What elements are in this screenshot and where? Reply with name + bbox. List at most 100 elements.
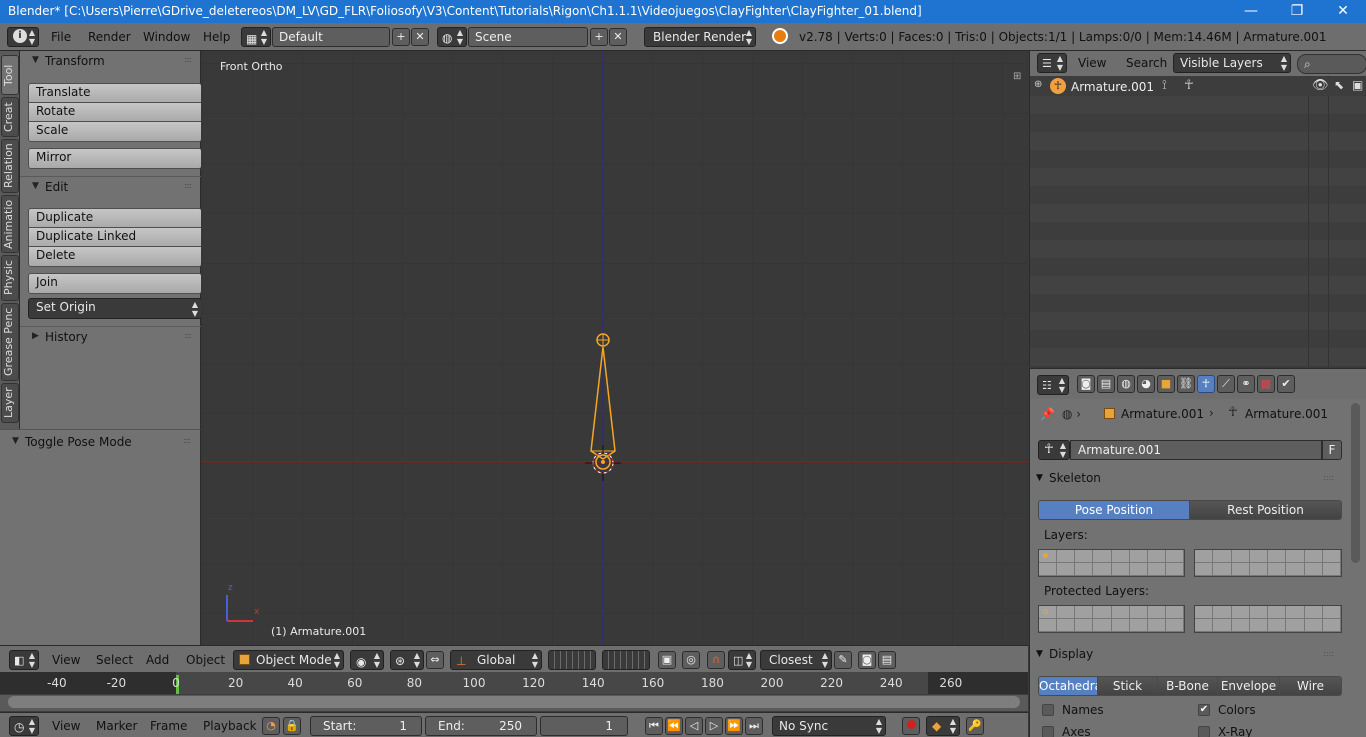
world-tab-icon[interactable]: ◕ xyxy=(1137,375,1155,393)
history-panel-header[interactable]: ▶ History :::: xyxy=(20,326,201,349)
pin-icon[interactable]: 📌 xyxy=(1040,407,1055,421)
render-animation-icon[interactable]: ▤ xyxy=(878,651,896,669)
frame-menu[interactable]: Frame xyxy=(150,719,187,733)
constraints-tab-icon[interactable]: ⛓ xyxy=(1177,375,1195,393)
set-origin-select[interactable]: Set Origin ▲ ▼ xyxy=(28,298,202,319)
snap-magnet-icon[interactable]: ∩ xyxy=(707,651,725,669)
display-octahedral-button[interactable]: Octahedral xyxy=(1038,676,1105,696)
translate-button[interactable]: Translate xyxy=(28,83,202,104)
physics-tab-icon[interactable]: ✔ xyxy=(1277,375,1295,393)
colors-checkbox[interactable]: ✔ xyxy=(1198,704,1210,716)
outliner-view-menu[interactable]: View xyxy=(1078,56,1106,70)
close-button[interactable]: ✕ xyxy=(1320,0,1366,23)
snap-element-select[interactable]: ◫ ▲ ▼ xyxy=(728,650,756,670)
render-engine-select[interactable]: Blender Render ▲ ▼ xyxy=(644,27,756,47)
expand-plus-icon[interactable]: ⊕ xyxy=(1034,79,1042,90)
object-menu[interactable]: Object xyxy=(186,653,225,667)
scale-button[interactable]: Scale xyxy=(28,121,202,142)
menu-window[interactable]: Window xyxy=(143,30,190,44)
outliner-search-input[interactable]: ⌕ xyxy=(1297,54,1366,74)
bone-layers-grid-right[interactable] xyxy=(1194,549,1342,577)
add-menu[interactable]: Add xyxy=(146,653,169,667)
sync-mode-select[interactable]: No Sync ▲ ▼ xyxy=(772,716,886,736)
jump-end-icon[interactable]: ⏭ xyxy=(745,717,763,735)
editor-type-info-button[interactable]: i ▲ ▼ xyxy=(7,27,39,47)
select-menu[interactable]: Select xyxy=(96,653,133,667)
properties-scrollbar[interactable] xyxy=(1351,403,1360,563)
view-menu[interactable]: View xyxy=(52,653,80,667)
proportional-edit-icon[interactable]: ◎ xyxy=(682,651,700,669)
minimize-button[interactable]: — xyxy=(1228,0,1274,23)
tab-tool[interactable]: Tool xyxy=(1,55,19,95)
display-wire-button[interactable]: Wire xyxy=(1279,676,1342,696)
screen-layout-field[interactable]: Default xyxy=(272,27,390,47)
timeline-view-menu[interactable]: View xyxy=(52,719,80,733)
axes-checkbox[interactable] xyxy=(1042,726,1054,737)
mirror-button[interactable]: Mirror xyxy=(28,148,202,169)
menu-render[interactable]: Render xyxy=(88,30,131,44)
editor-type-properties-button[interactable]: ☷ ▲ ▼ xyxy=(1037,375,1069,395)
duplicate-linked-button[interactable]: Duplicate Linked xyxy=(28,227,202,248)
transform-orientation-select[interactable]: ⊥ Global ▲ ▼ xyxy=(450,650,542,670)
add-layout-icon[interactable]: + xyxy=(392,28,410,46)
preview-range-icon[interactable]: ◔ xyxy=(262,717,280,735)
cursor-selectable-icon[interactable]: ⬉ xyxy=(1334,78,1344,92)
insert-keyframe-icon[interactable]: 🔑 xyxy=(966,717,984,735)
armature-data-tab-icon[interactable]: ☥ xyxy=(1197,375,1215,393)
tab-create[interactable]: Creat xyxy=(1,97,19,137)
duplicate-button[interactable]: Duplicate xyxy=(28,208,202,229)
scene-select-button[interactable]: ◍ ▲ ▼ xyxy=(437,27,467,47)
toggle-pose-mode-header[interactable]: ▼ Toggle Pose Mode :::: xyxy=(0,432,200,454)
scene-layers-row-2[interactable] xyxy=(602,650,650,670)
add-scene-icon[interactable]: + xyxy=(590,28,608,46)
delete-button[interactable]: Delete xyxy=(28,246,202,267)
region-toggle-plus-icon[interactable]: ⊞ xyxy=(1013,71,1021,82)
align-rotation-icon[interactable]: ✎ xyxy=(834,651,852,669)
keying-set-select[interactable]: ◆ ▲ ▼ xyxy=(926,716,960,736)
display-stick-button[interactable]: Stick xyxy=(1097,676,1158,696)
render-tab-icon[interactable]: ◙ xyxy=(1077,375,1095,393)
fake-user-button[interactable]: F xyxy=(1322,440,1342,460)
lock-range-icon[interactable]: 🔒 xyxy=(283,717,301,735)
scene-field[interactable]: Scene xyxy=(468,27,588,47)
edit-panel-header[interactable]: ▼ Edit :::: xyxy=(20,176,201,199)
outliner-display-select[interactable]: Visible Layers ▲ ▼ xyxy=(1173,53,1291,73)
display-bbone-button[interactable]: B-Bone xyxy=(1157,676,1218,696)
protected-layers-grid-right[interactable] xyxy=(1194,605,1342,633)
xray-checkbox[interactable] xyxy=(1198,726,1210,737)
viewport-shading-select[interactable]: ◉ ▲ ▼ xyxy=(350,650,384,670)
eye-visibility-icon[interactable]: 👁 xyxy=(1312,78,1329,93)
next-keyframe-icon[interactable]: ⏩ xyxy=(725,717,743,735)
editor-type-timeline-button[interactable]: ◷ ▲ ▼ xyxy=(9,716,39,736)
names-checkbox[interactable] xyxy=(1042,704,1054,716)
timeline-ruler[interactable]: -40 -20 0 20 40 60 80 100 120 140 160 180 200 220 240 2… xyxy=(0,672,1028,712)
tab-physics[interactable]: Physic xyxy=(1,255,19,301)
tab-grease-pencil[interactable]: Grease Penc xyxy=(1,303,19,381)
outliner-item-armature[interactable]: ⊕ ☥ Armature.001 ⟟ ☥ 👁 ⬉ ▣ xyxy=(1030,78,1366,96)
3d-viewport[interactable]: Front Ortho z x (1) Armature.001 ⊞ xyxy=(201,51,1028,645)
snap-target-select[interactable]: Closest ▲ ▼ xyxy=(760,650,832,670)
screen-layout-button[interactable]: ▦ ▲ ▼ xyxy=(241,27,271,47)
playback-menu[interactable]: Playback xyxy=(203,719,257,733)
restore-button[interactable]: ❐ xyxy=(1274,0,1320,23)
interaction-mode-select[interactable]: Object Mode ▲ ▼ xyxy=(233,650,344,670)
scene-layers-row-1[interactable] xyxy=(548,650,596,670)
menu-file[interactable]: File xyxy=(51,30,71,44)
tab-relations[interactable]: Relation xyxy=(1,139,19,193)
transform-panel-header[interactable]: ▼ Transform :::: xyxy=(20,51,201,73)
editor-type-outliner-button[interactable]: ☰ ▲ ▼ xyxy=(1037,53,1067,73)
render-layers-tab-icon[interactable]: ▤ xyxy=(1097,375,1115,393)
outliner-search-menu[interactable]: Search xyxy=(1126,56,1167,70)
menu-help[interactable]: Help xyxy=(203,30,230,44)
end-frame-field[interactable]: End: 250 xyxy=(425,716,537,736)
rotate-button[interactable]: Rotate xyxy=(28,102,202,123)
scene-tab-icon[interactable]: ◍ xyxy=(1117,375,1135,393)
remove-scene-icon[interactable]: ✕ xyxy=(609,28,627,46)
armature-name-field[interactable]: Armature.001 xyxy=(1070,440,1322,460)
display-envelope-button[interactable]: Envelope xyxy=(1217,676,1280,696)
editor-type-3dview-button[interactable]: ◧ ▲ ▼ xyxy=(9,650,39,670)
lock-camera-icon[interactable]: ▣ xyxy=(658,651,676,669)
remove-layout-icon[interactable]: ✕ xyxy=(411,28,429,46)
start-frame-field[interactable]: Start: 1 xyxy=(310,716,422,736)
manipulator-toggle-icon[interactable]: ⇔ xyxy=(426,651,444,669)
